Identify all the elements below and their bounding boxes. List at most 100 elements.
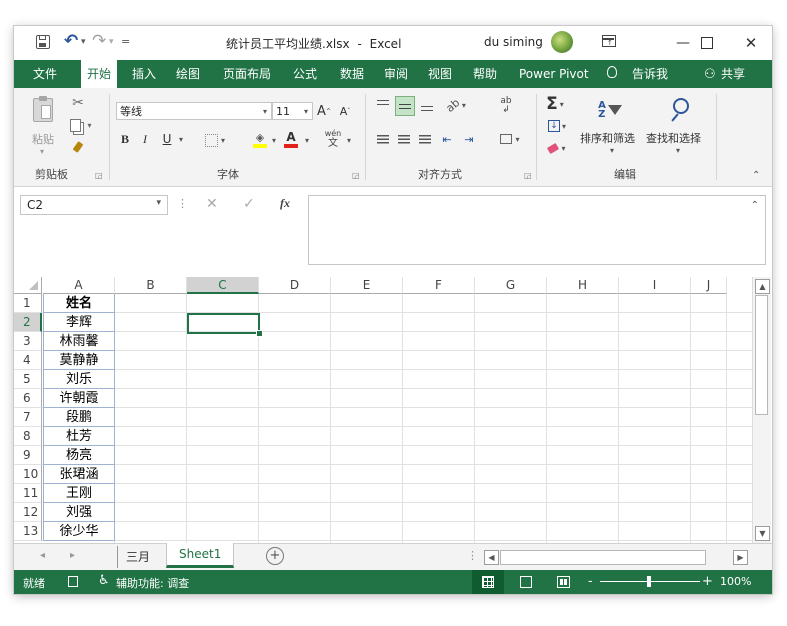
vertical-scroll-thumb[interactable] bbox=[755, 295, 768, 415]
row-header-8[interactable]: 8 bbox=[14, 427, 42, 446]
shrink-font-button[interactable]: Aˇ bbox=[337, 102, 353, 120]
column-header-i[interactable]: I bbox=[619, 277, 691, 294]
cell-a4[interactable]: 莫静静 bbox=[43, 351, 115, 370]
align-center-icon[interactable] bbox=[395, 130, 413, 148]
align-top-icon[interactable] bbox=[374, 96, 392, 114]
redo-icon[interactable]: ↷ bbox=[92, 31, 106, 51]
cell-a9[interactable]: 杨亮 bbox=[43, 446, 115, 465]
column-header-g[interactable]: G bbox=[475, 277, 547, 294]
scroll-right-icon[interactable]: ▶ bbox=[733, 550, 748, 565]
tab-home[interactable]: 开始 bbox=[81, 60, 118, 88]
save-icon[interactable] bbox=[36, 35, 50, 49]
sort-filter-icon[interactable]: AZ bbox=[594, 96, 626, 124]
tab-draw[interactable]: 绘图 bbox=[176, 60, 200, 88]
scroll-left-icon[interactable]: ◀ bbox=[484, 550, 499, 565]
row-header-2[interactable]: 2 bbox=[14, 313, 42, 332]
accessibility-icon[interactable]: ♿ bbox=[98, 573, 110, 588]
maximize-button[interactable] bbox=[692, 32, 722, 54]
formula-input[interactable]: ⌃ bbox=[308, 195, 766, 265]
row-header-9[interactable]: 9 bbox=[14, 446, 42, 465]
cell-a7[interactable]: 段鹏 bbox=[43, 408, 115, 427]
italic-button[interactable]: I bbox=[138, 130, 152, 148]
sheet-tab-sheet1[interactable]: Sheet1 bbox=[166, 543, 234, 568]
clear-icon[interactable]: ▾ bbox=[544, 140, 570, 156]
user-name[interactable]: du siming bbox=[484, 35, 543, 49]
vertical-scrollbar[interactable]: ▲ ▼ bbox=[752, 277, 771, 543]
undo-icon[interactable]: ↶ bbox=[64, 31, 78, 51]
collapse-ribbon-icon[interactable]: ⌃ bbox=[752, 170, 760, 181]
name-box[interactable]: C2 ▾ bbox=[20, 195, 168, 215]
next-sheet-icon[interactable]: ▸ bbox=[70, 550, 75, 561]
tab-review[interactable]: 审阅 bbox=[384, 60, 408, 88]
header-cell-a1[interactable]: 姓名 bbox=[43, 294, 115, 313]
column-header-d[interactable]: D bbox=[259, 277, 331, 294]
scroll-up-icon[interactable]: ▲ bbox=[755, 279, 770, 294]
underline-dropdown-icon[interactable]: ▾ bbox=[176, 130, 186, 148]
fill-handle[interactable] bbox=[256, 330, 263, 337]
align-bottom-icon[interactable] bbox=[418, 96, 436, 114]
column-header-e[interactable]: E bbox=[331, 277, 403, 294]
cell-a11[interactable]: 王刚 bbox=[43, 484, 115, 503]
worksheet-grid[interactable]: ABCDEFGHIJ 1 2 3 4 5 6 7 8 9 10 11 12 13 姓名 李辉 林雨馨 莫静静刘… bbox=[14, 277, 772, 543]
tab-power-pivot[interactable]: Power Pivot bbox=[519, 60, 589, 88]
tab-insert[interactable]: 插入 bbox=[132, 60, 156, 88]
row-header-12[interactable]: 12 bbox=[14, 503, 42, 522]
align-right-icon[interactable] bbox=[416, 130, 434, 148]
zoom-out-button[interactable]: - bbox=[588, 574, 593, 589]
cell-a3[interactable]: 林雨馨 bbox=[43, 332, 115, 351]
cell-a12[interactable]: 刘强 bbox=[43, 503, 115, 522]
insert-function-icon[interactable]: fx bbox=[280, 196, 290, 211]
sort-filter-button[interactable]: 排序和筛选 bbox=[580, 130, 635, 146]
underline-button[interactable]: U bbox=[160, 130, 174, 148]
column-header-a[interactable]: A bbox=[43, 277, 115, 294]
cancel-entry-icon[interactable]: ✕ bbox=[206, 196, 218, 212]
cell-a2[interactable]: 李辉 bbox=[43, 313, 115, 332]
row-header-4[interactable]: 4 bbox=[14, 351, 42, 370]
font-size-dropdown[interactable]: 11 ▾ bbox=[272, 102, 313, 120]
cell-a5[interactable]: 刘乐 bbox=[43, 370, 115, 389]
row-header-10[interactable]: 10 bbox=[14, 465, 42, 484]
tab-page-layout[interactable]: 页面布局 bbox=[223, 60, 271, 88]
collapse-formula-bar-icon[interactable]: ⌃ bbox=[751, 200, 759, 211]
close-button[interactable]: ✕ bbox=[736, 32, 766, 54]
split-grip-icon[interactable]: ⋮ bbox=[467, 549, 478, 562]
zoom-slider-thumb[interactable] bbox=[647, 576, 651, 587]
align-left-icon[interactable] bbox=[374, 130, 392, 148]
zoom-level[interactable]: 100% bbox=[720, 575, 751, 588]
tab-data[interactable]: 数据 bbox=[340, 60, 364, 88]
cell-a8[interactable]: 杜芳 bbox=[43, 427, 115, 446]
macro-recording-icon[interactable] bbox=[68, 576, 78, 587]
borders-icon[interactable]: ▾ bbox=[200, 131, 230, 149]
alignment-launcher-icon[interactable]: ◲ bbox=[524, 172, 532, 180]
accessibility-status[interactable]: 辅助功能: 调查 bbox=[116, 575, 189, 591]
paste-button[interactable]: 粘贴 ▾ bbox=[30, 96, 58, 160]
phonetic-dropdown[interactable]: ▾ bbox=[345, 131, 353, 149]
fill-color-dropdown[interactable]: ▾ bbox=[270, 131, 278, 149]
row-header-11[interactable]: 11 bbox=[14, 484, 42, 503]
autosum-icon[interactable]: Σ ▾ bbox=[542, 94, 568, 114]
font-name-dropdown[interactable]: 等线 ▾ bbox=[116, 102, 272, 120]
zoom-slider[interactable] bbox=[600, 576, 700, 587]
scroll-down-icon[interactable]: ▼ bbox=[755, 526, 770, 541]
font-color-dropdown[interactable]: ▾ bbox=[303, 131, 311, 149]
horizontal-scroll-thumb[interactable] bbox=[500, 550, 706, 565]
customize-qat-button[interactable]: = bbox=[121, 35, 130, 48]
cell-a10[interactable]: 张珺涵 bbox=[43, 465, 115, 484]
confirm-entry-icon[interactable]: ✓ bbox=[243, 196, 255, 212]
tab-file[interactable]: 文件 bbox=[33, 60, 57, 88]
font-launcher-icon[interactable]: ◲ bbox=[352, 172, 360, 180]
copy-icon[interactable]: ▾ bbox=[69, 116, 93, 134]
decrease-indent-icon[interactable]: ⇤ bbox=[438, 130, 456, 148]
format-painter-icon[interactable] bbox=[69, 138, 87, 156]
bold-button[interactable]: B bbox=[118, 130, 132, 148]
increase-indent-icon[interactable]: ⇥ bbox=[460, 130, 478, 148]
cell-a13[interactable]: 徐少华 bbox=[43, 522, 115, 541]
merge-center-icon[interactable]: ▾ bbox=[496, 130, 524, 148]
orientation-icon[interactable]: ab ▾ bbox=[442, 96, 470, 115]
column-header-h[interactable]: H bbox=[547, 277, 619, 294]
fill-icon[interactable]: ↓ ▾ bbox=[544, 118, 570, 134]
cut-icon[interactable]: ✂ bbox=[69, 94, 87, 112]
undo-dropdown[interactable]: ▾ bbox=[81, 37, 86, 47]
column-header-f[interactable]: F bbox=[403, 277, 475, 294]
column-header-c[interactable]: C bbox=[187, 277, 259, 294]
